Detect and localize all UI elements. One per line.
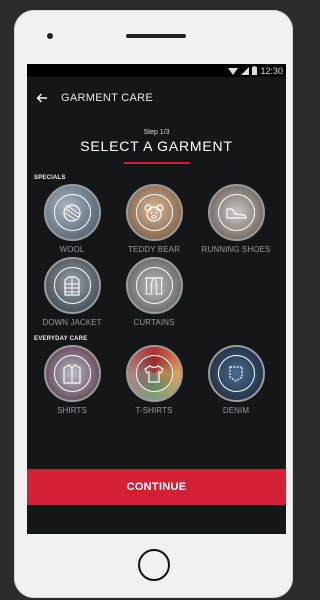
wifi-icon: [228, 67, 239, 75]
running-shoe-icon: [217, 194, 255, 231]
garment-option-down-jacket[interactable]: DOWN JACKET: [31, 257, 113, 327]
garment-thumb: [43, 257, 101, 314]
back-button[interactable]: [33, 89, 51, 107]
status-time: 12:30: [260, 65, 283, 76]
garment-label: T-SHIRTS: [135, 406, 173, 415]
garment-option-denim[interactable]: DENIM: [195, 345, 277, 415]
garment-option-t-shirts[interactable]: T-SHIRTS: [113, 345, 195, 415]
page-title: SELECT A GARMENT: [80, 138, 233, 154]
garment-thumb: [125, 184, 183, 241]
garment-thumb: [207, 345, 265, 402]
camera: [47, 33, 53, 39]
app-bar: GARMENT CARE: [27, 77, 286, 119]
garment-label: WOOL: [59, 245, 85, 254]
curtains-icon: [135, 267, 173, 304]
garment-label: TEDDY BEAR: [128, 245, 180, 254]
garment-label: CURTAINS: [133, 318, 175, 327]
app-title: GARMENT CARE: [61, 92, 154, 104]
battery-icon: [252, 66, 258, 75]
garment-thumb: [43, 345, 101, 402]
garment-label: DENIM: [222, 406, 250, 415]
home-button[interactable]: [138, 549, 170, 581]
shirt-icon: [53, 355, 91, 392]
garment-option-running-shoes[interactable]: RUNNING SHOES: [195, 184, 277, 254]
garment-label: SHIRTS: [57, 406, 87, 415]
signal-icon: [241, 66, 250, 75]
garment-option-wool[interactable]: WOOL: [31, 184, 113, 254]
app-screen: 12:30 GARMENT CARE Step 1/3 SELECT A GAR…: [27, 64, 286, 534]
step-header: Step 1/3 SELECT A GARMENT: [27, 129, 286, 164]
denim-icon: [217, 355, 255, 392]
t-shirt-icon: [135, 355, 173, 392]
title-underline: [123, 162, 190, 164]
garment-thumb: [207, 184, 265, 241]
garment-thumb: [125, 345, 183, 402]
specials-grid: WOOL TEDDY BEAR RUNNING SHOES DOWN JACKE…: [27, 181, 286, 327]
garment-option-shirts[interactable]: SHIRTS: [31, 345, 113, 415]
status-bar: 12:30: [27, 64, 286, 77]
back-arrow-icon: [36, 93, 47, 103]
garment-option-teddy-bear[interactable]: TEDDY BEAR: [113, 184, 195, 254]
garment-label: DOWN JACKET: [42, 318, 102, 327]
wool-icon: [53, 194, 91, 231]
bottom-bar: [27, 505, 286, 534]
continue-button[interactable]: CONTINUE: [27, 469, 286, 505]
garment-thumb: [43, 184, 101, 241]
down-jacket-icon: [53, 267, 91, 304]
teddy-bear-icon: [135, 194, 173, 231]
garment-label: RUNNING SHOES: [201, 245, 271, 254]
speaker: [126, 34, 186, 38]
garment-option-curtains[interactable]: CURTAINS: [113, 257, 195, 327]
everyday-grid: SHIRTS T-SHIRTS DENIM: [27, 342, 286, 415]
step-indicator: Step 1/3: [143, 129, 170, 136]
garment-thumb: [125, 257, 183, 314]
